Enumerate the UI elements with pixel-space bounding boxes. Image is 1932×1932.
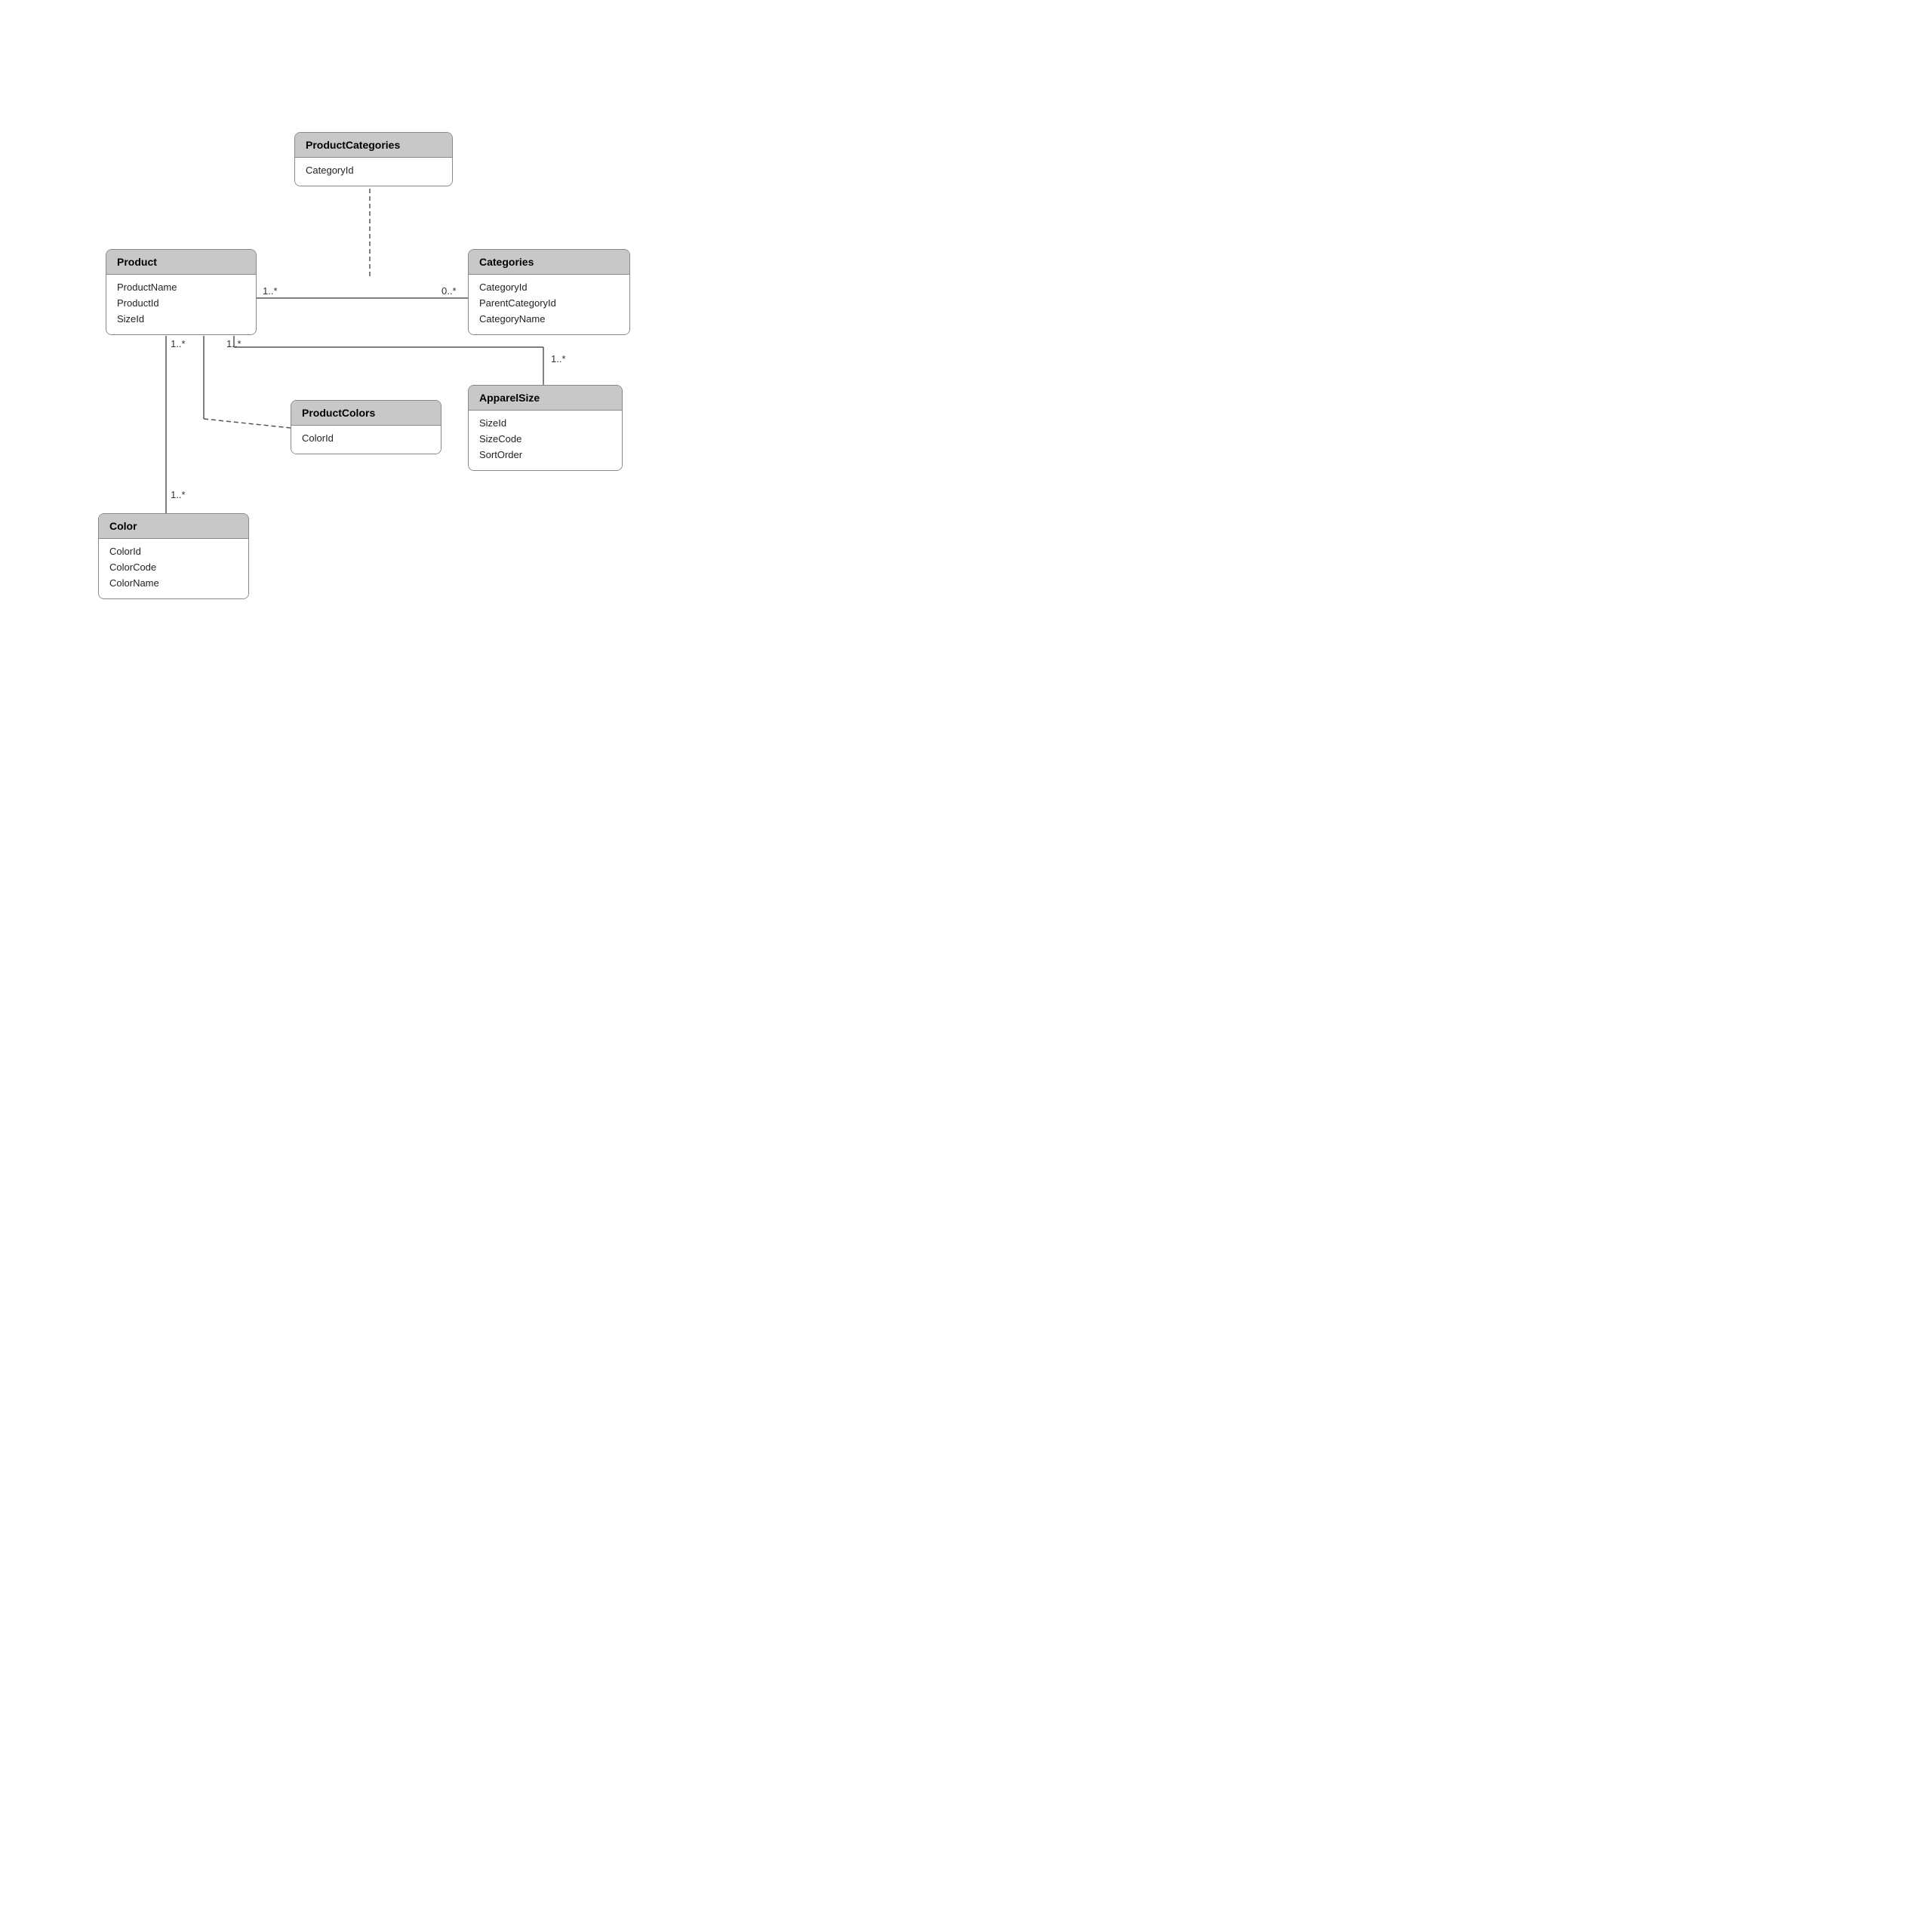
label-product-bottom-left: 1..* — [171, 338, 186, 349]
entity-apparelsize-body: SizeId SizeCode SortOrder — [469, 411, 622, 470]
field-c-parentcategoryid: ParentCategoryId — [479, 295, 619, 311]
entity-productcolors-title: ProductColors — [302, 407, 375, 419]
entity-product-header: Product — [106, 250, 256, 275]
field-co-colorname: ColorName — [109, 575, 238, 591]
entity-productcolors-header: ProductColors — [291, 401, 441, 426]
entity-color-body: ColorId ColorCode ColorName — [99, 539, 248, 598]
field-co-colorid: ColorId — [109, 543, 238, 559]
label-color-top: 1..* — [171, 489, 186, 500]
label-categories-left: 0..* — [441, 285, 457, 297]
entity-productcategories-header: ProductCategories — [295, 133, 452, 158]
field-p-productid: ProductId — [117, 295, 245, 311]
entity-apparelsize: ApparelSize SizeId SizeCode SortOrder — [468, 385, 623, 471]
field-as-sortorder: SortOrder — [479, 447, 611, 463]
diagram-container: 1..* 0..* 1..* 1..* 1..* 1..* ProductCat… — [0, 0, 815, 815]
field-c-categoryname: CategoryName — [479, 311, 619, 327]
entity-color: Color ColorId ColorCode ColorName — [98, 513, 249, 599]
entity-categories-body: CategoryId ParentCategoryId CategoryName — [469, 275, 629, 334]
entity-product-title: Product — [117, 256, 157, 268]
entity-color-header: Color — [99, 514, 248, 539]
field-p-sizeid: SizeId — [117, 311, 245, 327]
field-co-colorcode: ColorCode — [109, 559, 238, 575]
label-product-right: 1..* — [263, 285, 278, 297]
entity-apparelsize-title: ApparelSize — [479, 392, 540, 404]
entity-productcolors: ProductColors ColorId — [291, 400, 441, 454]
entity-color-title: Color — [109, 520, 137, 532]
entity-apparelsize-header: ApparelSize — [469, 386, 622, 411]
entity-productcategories-title: ProductCategories — [306, 139, 400, 151]
field-c-categoryid: CategoryId — [479, 279, 619, 295]
entity-categories-title: Categories — [479, 256, 534, 268]
field-pc-categoryid: CategoryId — [306, 162, 441, 178]
field-pco-colorid: ColorId — [302, 430, 430, 446]
field-p-productname: ProductName — [117, 279, 245, 295]
entity-productcolors-body: ColorId — [291, 426, 441, 454]
entity-categories-header: Categories — [469, 250, 629, 275]
entity-productcategories-body: CategoryId — [295, 158, 452, 186]
label-productcolors-top: 1..* — [226, 338, 242, 349]
entity-categories: Categories CategoryId ParentCategoryId C… — [468, 249, 630, 335]
field-as-sizeid: SizeId — [479, 415, 611, 431]
label-apparelsize-top: 1..* — [551, 353, 566, 365]
entity-product-body: ProductName ProductId SizeId — [106, 275, 256, 334]
entity-productcategories: ProductCategories CategoryId — [294, 132, 453, 186]
entity-product: Product ProductName ProductId SizeId — [106, 249, 257, 335]
field-as-sizecode: SizeCode — [479, 431, 611, 447]
